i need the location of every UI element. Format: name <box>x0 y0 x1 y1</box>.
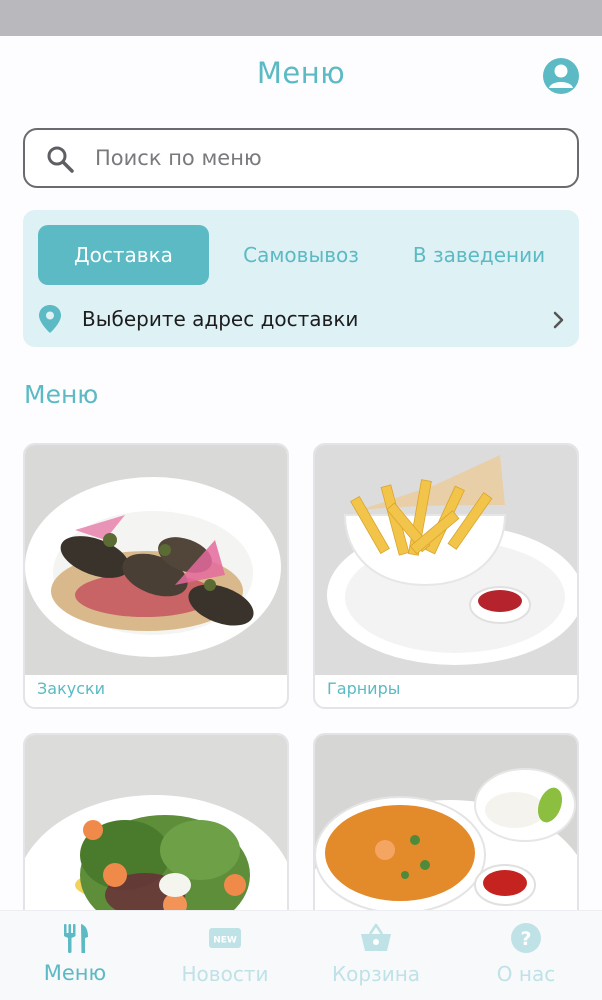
nav-label-about: О нас <box>496 962 556 986</box>
search-input[interactable] <box>95 138 565 178</box>
eggplant-rolls-photo <box>25 445 287 675</box>
nav-item-about[interactable]: ? О нас <box>451 911 601 1000</box>
help-icon: ? <box>511 923 541 953</box>
nav-item-cart[interactable]: Корзина <box>301 911 451 1000</box>
category-card-appetizers[interactable]: Закуски <box>23 443 289 709</box>
tab-delivery[interactable]: Доставка <box>38 225 209 285</box>
delivery-address-selector[interactable]: Выберите адрес доставки <box>37 302 567 338</box>
basket-icon <box>361 923 391 951</box>
app-screen: Меню Доставка Самовывоз В заведении Выбе… <box>0 36 602 1000</box>
category-card-sides[interactable]: Гарниры <box>313 443 579 709</box>
search-icon <box>47 146 74 173</box>
category-label: Гарниры <box>327 679 401 698</box>
nav-label-news: Новости <box>181 962 269 986</box>
user-icon <box>549 64 573 88</box>
svg-text:NEW: NEW <box>213 936 237 946</box>
chevron-right-icon <box>553 311 564 329</box>
bottom-navigation: Меню NEW Новости Корзина ? О нас <box>0 910 602 1000</box>
news-icon: NEW <box>209 928 241 948</box>
address-prompt: Выберите адрес доставки <box>82 307 359 331</box>
page-title: Меню <box>256 56 346 90</box>
profile-button[interactable] <box>543 58 579 94</box>
svg-text:?: ? <box>520 928 531 950</box>
menu-section-title: Меню <box>24 380 99 409</box>
location-pin-icon <box>39 305 61 333</box>
nav-item-news[interactable]: NEW Новости <box>150 911 300 1000</box>
nav-label-cart: Корзина <box>331 962 421 986</box>
fork-knife-icon <box>64 924 88 953</box>
tab-pickup[interactable]: Самовывоз <box>223 225 379 285</box>
order-mode-panel: Доставка Самовывоз В заведении Выберите … <box>23 210 579 347</box>
nav-label-menu: Меню <box>43 961 107 985</box>
tab-dine-in[interactable]: В заведении <box>393 225 565 285</box>
search-box[interactable] <box>23 128 579 188</box>
category-label: Закуски <box>37 679 106 698</box>
status-bar <box>0 0 602 36</box>
nav-item-menu[interactable]: Меню <box>0 911 150 1000</box>
french-fries-photo <box>315 445 577 675</box>
